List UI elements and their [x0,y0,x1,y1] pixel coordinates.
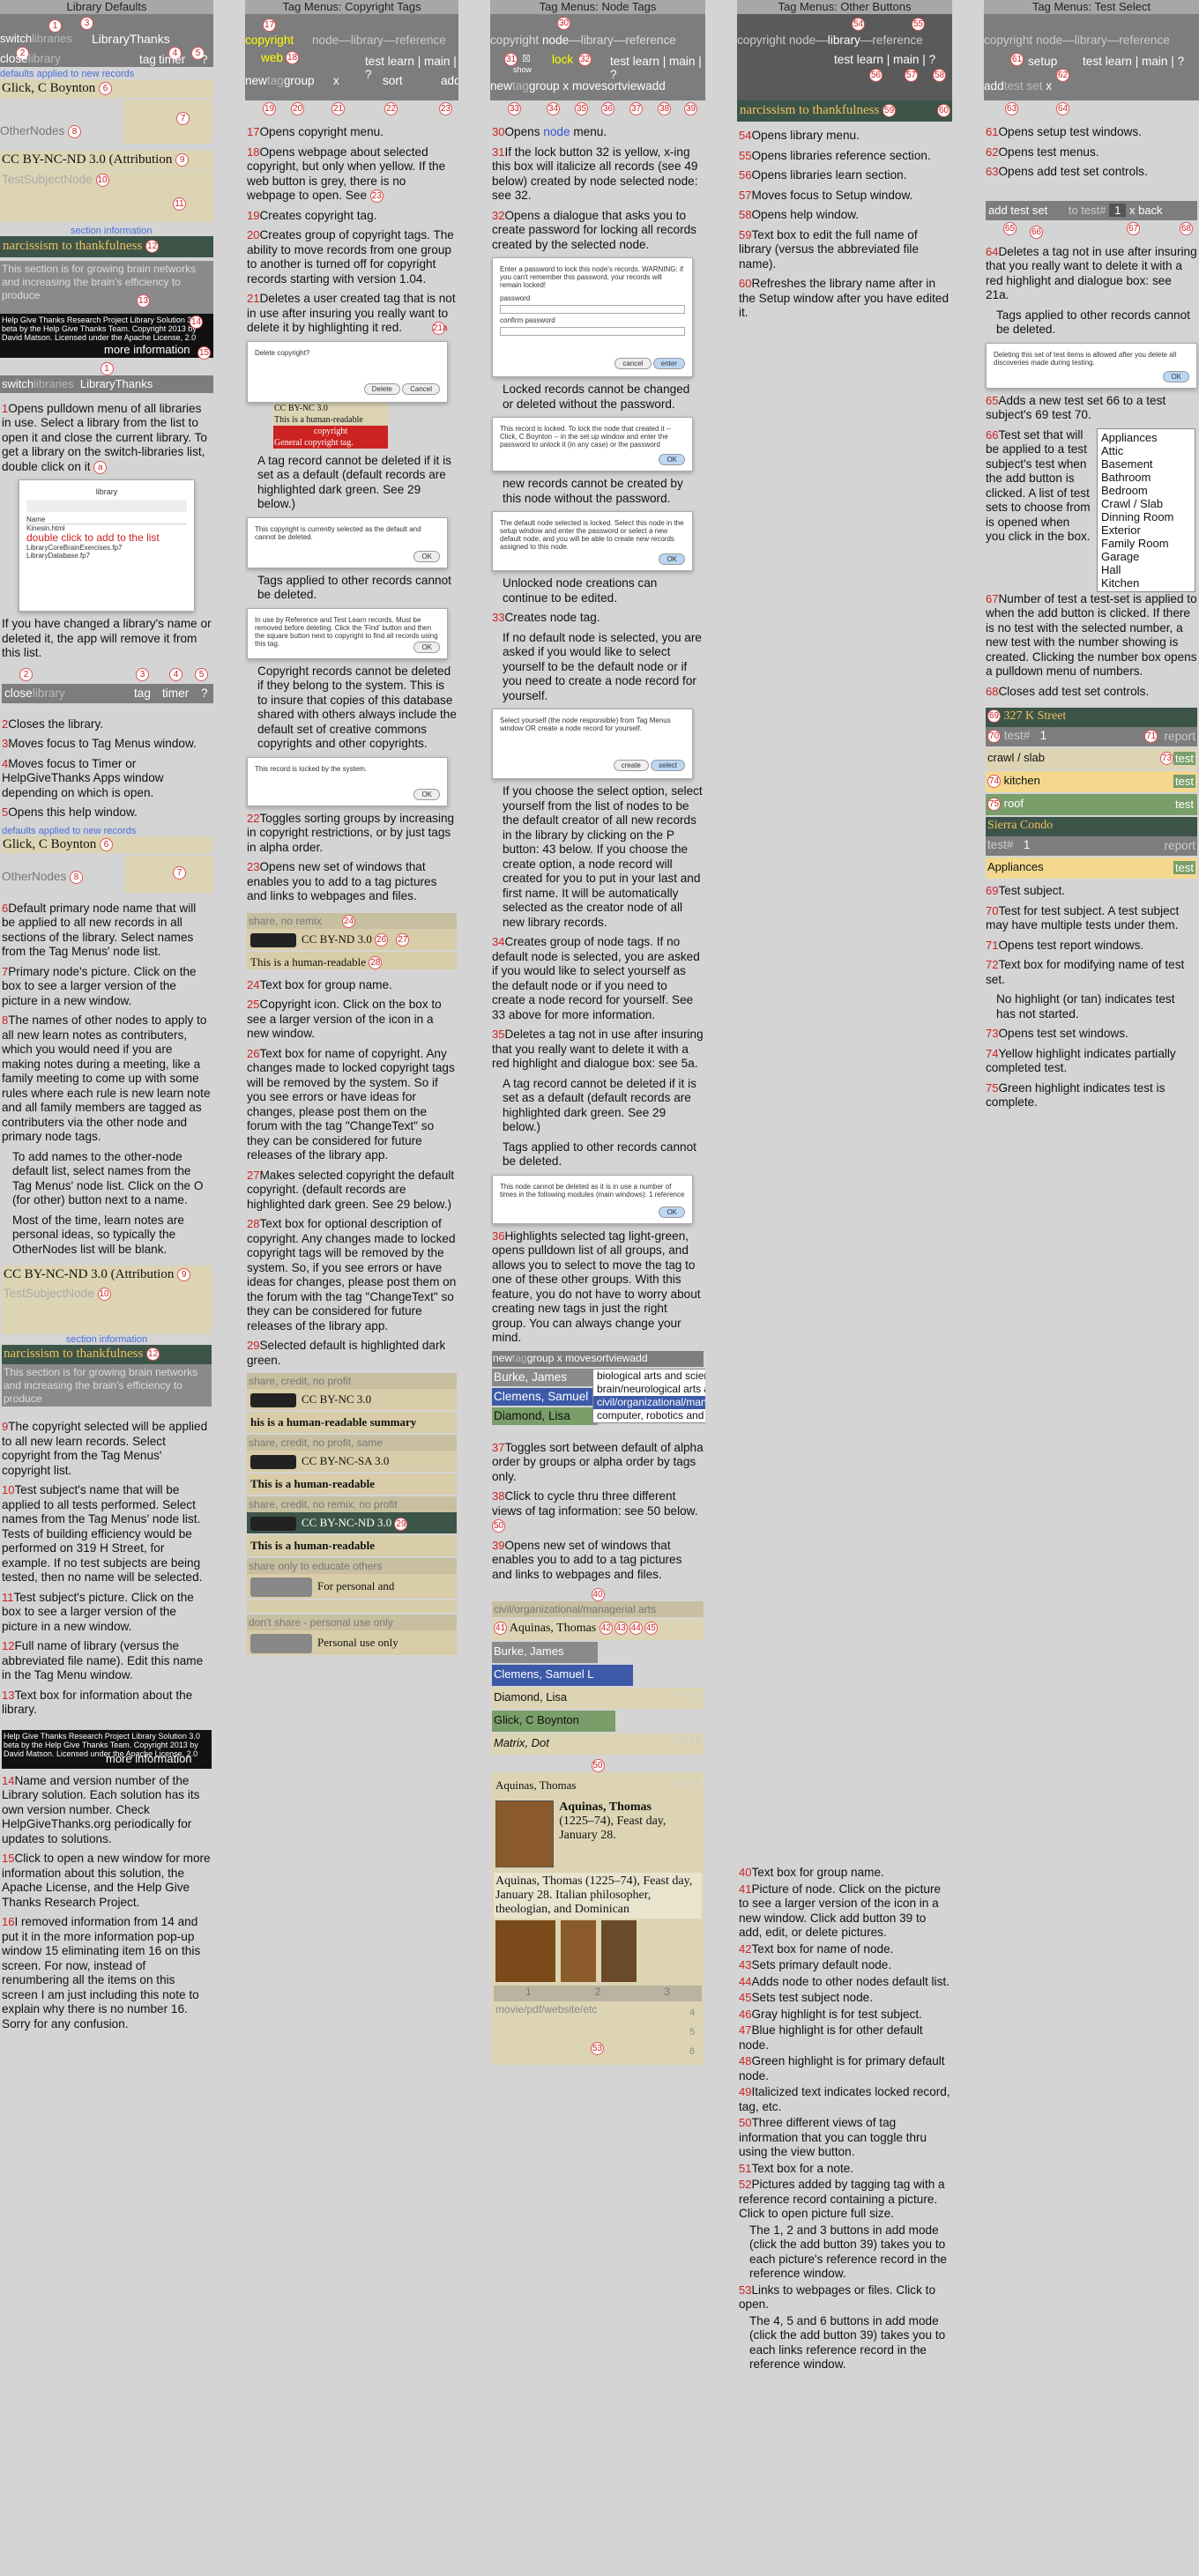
column-header: Tag Menus: Copyright Tags [245,0,458,14]
learn-section-button[interactable]: learn [857,53,883,66]
node-toolbar: 30 copyright node—library—reference 31 ☒… [490,14,705,100]
column-header: Tag Menus: Test Select [984,0,1199,14]
column-header: Tag Menus: Other Buttons [737,0,952,14]
more-information-link[interactable]: more information [104,344,190,355]
column-header: Tag Menus: Node Tags [490,0,705,14]
callout-1: 1 [48,19,62,33]
column3-text: 30Opens node menu. 31If the lock button … [490,118,705,2067]
library-toolbar: switchlibraries LibraryThanks 3 1 2 4 5 … [0,14,213,67]
test-subject-list: 69 327 K Street 70 test# 1 71 report crawl… [986,708,1197,879]
report-button[interactable]: report [1164,730,1195,743]
switch-bar-detail: switchlibraries LibraryThanks [0,375,213,393]
library-nav-toolbar: 54 55 copyright node—library—reference te… [737,14,952,100]
column4-text: 54Opens library menu. 55Opens libraries … [739,129,950,319]
section-info-label: section information [71,226,153,236]
lock-button[interactable]: lock [552,53,573,66]
primary-node-field[interactable]: Glick, C Boynton 6 [0,80,213,98]
copyright-list-example: share, credit, no profit CC BY-NC 3.0 hi… [247,1373,457,1655]
copyright-default-field[interactable]: CC BY-NC-ND 3.0 (Attribution 9 [0,151,213,170]
column2-text: 17Opens copyright menu. 18Opens webpage … [245,118,458,1659]
delete-dialog-screenshot: Delete copyright? Delete Cancel [247,340,448,403]
node-list-example: civil/organizational/managerial arts 41 … [492,1600,704,1755]
setup-button[interactable]: setup [1028,55,1057,68]
move-group-example: newtaggroup x movesortviewadd Burke, Jam… [492,1350,705,1436]
close-library-button[interactable]: closelibrary [0,52,61,65]
column5-text: 61Opens setup test windows. 62Opens test… [986,125,1197,1109]
copyright-tags-column: Tag Menus: Copyright Tags 17 copyright n… [245,0,458,2576]
tag-button[interactable]: tag [139,53,156,66]
test-section-button[interactable]: test [834,53,853,66]
version-info-box: Help Give Thanks Research Project Librar… [0,314,213,360]
other-buttons-column: Tag Menus: Other Buttons 54 55 copyright … [737,0,952,2576]
close-bar-detail: 2345 closelibrary tag timer? [2,667,213,710]
new-tag-button[interactable]: newtaggroup [245,74,315,87]
test-toolbar: copyright node—library—reference 61 setu… [984,14,1199,100]
node-portrait-picture[interactable] [495,1800,555,1867]
other-nodes-label: OtherNodes 8 [0,124,82,138]
add-button[interactable]: add [441,74,458,87]
defaults-detail: defaults applied to new records Glick, C… [2,826,213,896]
sort-button[interactable]: sort [383,74,403,87]
copyright-group-example: share, no remix 24 CC BY-ND 3.0 26 27 Th… [247,912,457,970]
add-test-set-bar: add test set to test# 1 x back [986,200,1197,220]
test-number-box[interactable]: 1 [1109,203,1127,217]
red-highlight-example: CC BY-NC 3.0 This is a human-readable co… [273,402,388,449]
node-menu-button[interactable]: node [542,33,569,47]
node-card-example: Aquinas, Thomas P O TS Aquinas, Thomas (12… [492,1771,704,2065]
help-button[interactable]: ? [201,53,208,66]
library-name-field[interactable]: narcissism to thankfulness 59 60 [737,100,952,122]
column1-text: 1Opens pulldown menu of all libraries in… [0,393,213,2041]
node-tags-column: Tag Menus: Node Tags 30 copyright node—l… [490,0,705,2576]
library-name-display: LibraryThanks [92,32,170,46]
web-button[interactable]: web [261,51,283,64]
back-button[interactable]: back [1138,204,1162,217]
defaults-panel: defaults applied to new records Glick, C… [0,67,213,261]
lock-checkbox[interactable]: ☒ [522,53,531,64]
main-button[interactable]: main [893,53,919,66]
column-header: Library Defaults [0,0,213,14]
library-fullname-bar[interactable]: narcissism to thankfulness 12 [0,236,213,257]
library-info-box[interactable]: This section is for growing brain networ… [0,261,213,314]
copyright-toolbar: 17 copyright node—library—reference web 1… [245,14,458,100]
copyright-menu-button[interactable]: copyright [245,33,294,47]
test-set-block: 66Test set that will be applied to a tes… [986,427,1197,592]
defaults-label: defaults applied to new records [0,69,135,79]
add-test-set-button[interactable]: addtest set x [984,79,1052,93]
library-defaults-column: Library Defaults switchlibraries Library… [0,0,213,2576]
password-dialog-screenshot: Enter a password to lock this node's rec… [492,257,693,377]
group-pulldown[interactable]: biological arts and sciences brain/neuro… [592,1368,705,1423]
test-button[interactable]: test [1083,55,1102,68]
delete-button[interactable]: x [333,74,339,87]
finder-screenshot: library Name Kinesin.html double click t… [19,479,195,612]
switch-button[interactable]: switchlibraries [0,32,72,45]
test-select-column: Tag Menus: Test Select copyright node—li… [984,0,1199,2576]
primary-node-picture[interactable]: 7 [123,100,212,144]
test-set-list[interactable]: Appliances Attic Basement Bathroom Bedroom C… [1097,427,1195,592]
node-legend-text: 40Text box for group name. 41Picture of … [739,1866,950,2371]
copyright-detail: CC BY-NC-ND 3.0 (Attribution 9 TestSubje… [2,1266,212,1411]
timer-button[interactable]: timer [159,53,185,66]
callout-3: 3 [80,17,93,30]
library-menu-button[interactable]: library [828,33,860,47]
help-button[interactable]: ? [929,53,936,66]
test-subject-field[interactable]: TestSubjectNode 10 11 [0,171,213,222]
